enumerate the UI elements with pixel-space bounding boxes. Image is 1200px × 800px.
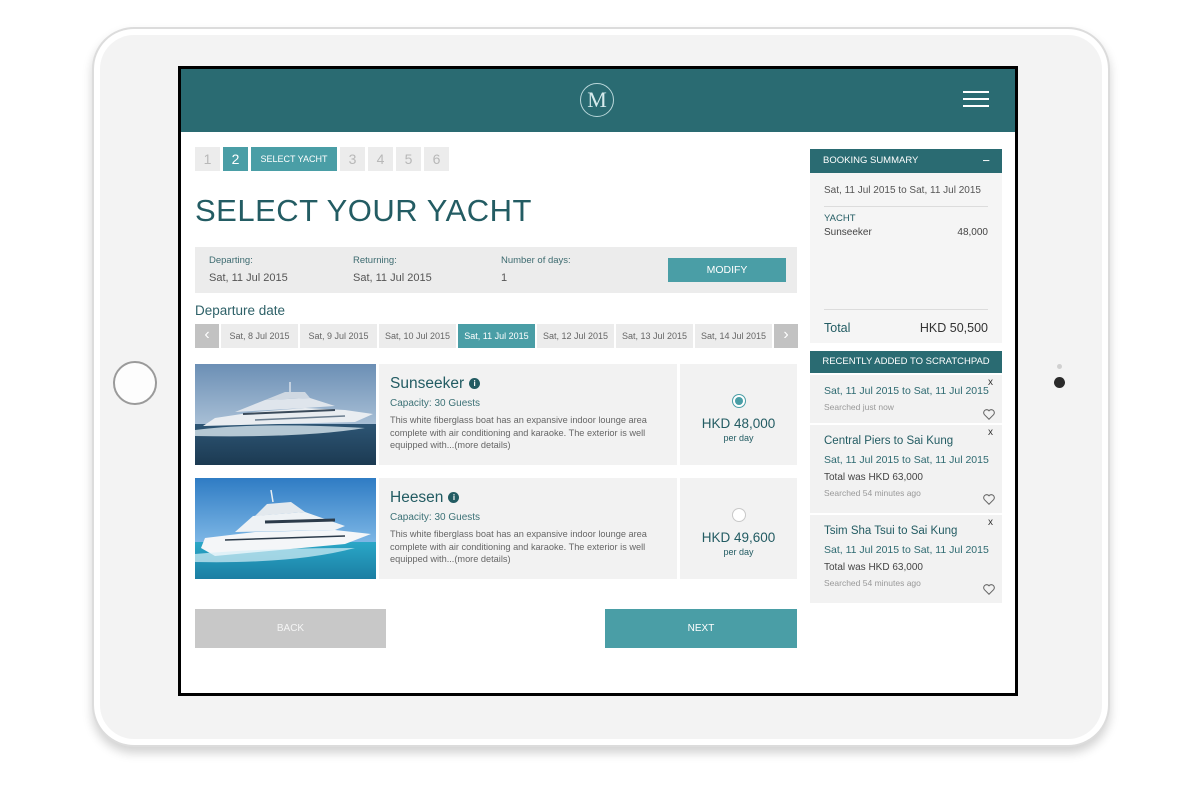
summary-category: YACHT: [824, 213, 856, 224]
scratch-dates: Sat, 11 Jul 2015 to Sat, 11 Jul 2015: [824, 544, 989, 556]
scratch-time: Searched just now: [824, 402, 894, 412]
scratch-total: Total was HKD 63,000: [824, 472, 923, 483]
step-2[interactable]: 2: [223, 147, 248, 171]
yacht-info: Heesen i Capacity: 30 Guests This white f…: [379, 478, 677, 579]
scratch-dates: Sat, 11 Jul 2015 to Sat, 11 Jul 2015: [824, 385, 989, 397]
trip-details-bar: Departing: Sat, 11 Jul 2015 Returning: S…: [195, 247, 797, 293]
modify-button[interactable]: MODIFY: [668, 258, 786, 282]
step-6[interactable]: 6: [424, 147, 449, 171]
date-option[interactable]: Sat, 14 Jul 2015: [695, 324, 772, 348]
scratch-route: Tsim Sha Tsui to Sai Kung: [824, 525, 958, 537]
scratch-total: Total was HKD 63,000: [824, 562, 923, 573]
returning-field: Returning: Sat, 11 Jul 2015: [353, 255, 432, 284]
date-option[interactable]: Sat, 13 Jul 2015: [616, 324, 693, 348]
scratch-route: Central Piers to Sai Kung: [824, 435, 954, 447]
price-box: HKD 48,000 per day: [680, 364, 797, 465]
scratchpad-item[interactable]: x Tsim Sha Tsui to Sai Kung Sat, 11 Jul …: [810, 515, 1002, 603]
app-header: M: [181, 69, 1015, 132]
days-label: Number of days:: [501, 255, 571, 266]
scratch-time: Searched 54 minutes ago: [824, 578, 921, 588]
info-icon[interactable]: i: [469, 378, 481, 389]
brand-logo[interactable]: M: [580, 83, 614, 117]
departing-value: Sat, 11 Jul 2015: [209, 272, 288, 284]
summary-yacht-name: Sunseeker: [824, 227, 872, 238]
yacht-radio[interactable]: [732, 508, 746, 522]
departure-date-label: Departure date: [195, 303, 286, 318]
date-option[interactable]: Sat, 10 Jul 2015: [379, 324, 456, 348]
yacht-card-sunseeker[interactable]: Sunseeker i Capacity: 30 Guests This whit…: [195, 364, 797, 465]
close-icon[interactable]: x: [988, 427, 993, 438]
yacht-price: HKD 49,600: [701, 530, 776, 545]
returning-label: Returning:: [353, 255, 397, 266]
booking-summary-panel: Sat, 11 Jul 2015 to Sat, 11 Jul 2015 YAC…: [810, 173, 1002, 343]
yacht-photo-sunseeker: [195, 364, 376, 465]
yacht-capacity: Capacity: 30 Guests: [390, 512, 481, 523]
step-progress: 1 2 SELECT YACHT 3 4 5 6: [195, 147, 449, 171]
booking-summary-header: BOOKING SUMMARY −: [810, 149, 1002, 173]
yacht-radio-selected[interactable]: [732, 394, 746, 408]
date-option[interactable]: Sat, 8 Jul 2015: [221, 324, 298, 348]
summary-dates: Sat, 11 Jul 2015 to Sat, 11 Jul 2015: [824, 185, 981, 196]
date-carousel: ‹ Sat, 8 Jul 2015 Sat, 9 Jul 2015 Sat, 1…: [195, 324, 798, 348]
departing-label: Departing:: [209, 255, 253, 266]
heart-icon[interactable]: [982, 582, 996, 596]
heart-icon[interactable]: [982, 407, 996, 421]
date-option[interactable]: Sat, 9 Jul 2015: [300, 324, 377, 348]
price-unit: per day: [723, 547, 754, 557]
yacht-capacity: Capacity: 30 Guests: [390, 398, 481, 409]
summary-total-label: Total: [824, 321, 851, 335]
price-unit: per day: [723, 433, 754, 443]
yacht-name-row: Heesen i: [390, 489, 460, 507]
step-4[interactable]: 4: [368, 147, 393, 171]
step-5[interactable]: 5: [396, 147, 421, 171]
next-date-arrow-icon[interactable]: ›: [774, 324, 798, 348]
scratchpad-item[interactable]: x Central Piers to Sai Kung Sat, 11 Jul …: [810, 425, 1002, 513]
scratch-dates: Sat, 11 Jul 2015 to Sat, 11 Jul 2015: [824, 454, 989, 466]
scratchpad-item[interactable]: x Sat, 11 Jul 2015 to Sat, 11 Jul 2015 S…: [810, 375, 1002, 423]
tablet-camera: [1054, 377, 1065, 388]
yacht-name[interactable]: Heesen: [390, 489, 443, 506]
yacht-description: This white fiberglass boat has an expans…: [390, 415, 647, 450]
step-2-label: SELECT YACHT: [251, 147, 337, 171]
returning-value: Sat, 11 Jul 2015: [353, 272, 432, 284]
step-3[interactable]: 3: [340, 147, 365, 171]
yacht-name[interactable]: Sunseeker: [390, 375, 464, 392]
yacht-name-row: Sunseeker i: [390, 375, 481, 393]
date-option[interactable]: Sat, 12 Jul 2015: [537, 324, 614, 348]
next-button[interactable]: NEXT: [605, 609, 797, 648]
yacht-photo-heesen: [195, 478, 376, 579]
booking-summary-title: BOOKING SUMMARY: [823, 155, 919, 166]
yacht-card-heesen[interactable]: Heesen i Capacity: 30 Guests This white f…: [195, 478, 797, 579]
tablet-screen: M 1 2 SELECT YACHT 3 4 5 6 SELECT YOUR Y…: [178, 66, 1018, 696]
close-icon[interactable]: x: [988, 517, 993, 528]
tablet-sensor: [1057, 364, 1062, 369]
yacht-price: HKD 48,000: [701, 416, 776, 431]
summary-total-value: HKD 50,500: [919, 321, 988, 335]
summary-yacht-price: 48,000: [957, 227, 988, 238]
heart-icon[interactable]: [982, 492, 996, 506]
divider: [824, 206, 988, 207]
days-field: Number of days: 1: [501, 255, 571, 284]
back-button[interactable]: BACK: [195, 609, 386, 648]
yacht-description: This white fiberglass boat has an expans…: [390, 529, 647, 564]
divider: [824, 309, 988, 310]
price-box: HKD 49,600 per day: [680, 478, 797, 579]
days-value: 1: [501, 272, 508, 284]
step-1[interactable]: 1: [195, 147, 220, 171]
yacht-info: Sunseeker i Capacity: 30 Guests This whit…: [379, 364, 677, 465]
menu-icon[interactable]: [963, 91, 989, 109]
departing-field: Departing: Sat, 11 Jul 2015: [209, 255, 288, 284]
page-title: SELECT YOUR YACHT: [195, 193, 532, 228]
tablet-home-button: [113, 361, 157, 405]
prev-date-arrow-icon[interactable]: ‹: [195, 324, 219, 348]
app-viewport: M 1 2 SELECT YACHT 3 4 5 6 SELECT YOUR Y…: [181, 69, 1015, 693]
info-icon[interactable]: i: [448, 492, 460, 503]
scratchpad-header: RECENTLY ADDED TO SCRATCHPAD: [810, 351, 1002, 373]
date-option-selected[interactable]: Sat, 11 Jul 2015: [458, 324, 535, 348]
scratch-time: Searched 54 minutes ago: [824, 488, 921, 498]
collapse-icon[interactable]: −: [982, 149, 990, 173]
